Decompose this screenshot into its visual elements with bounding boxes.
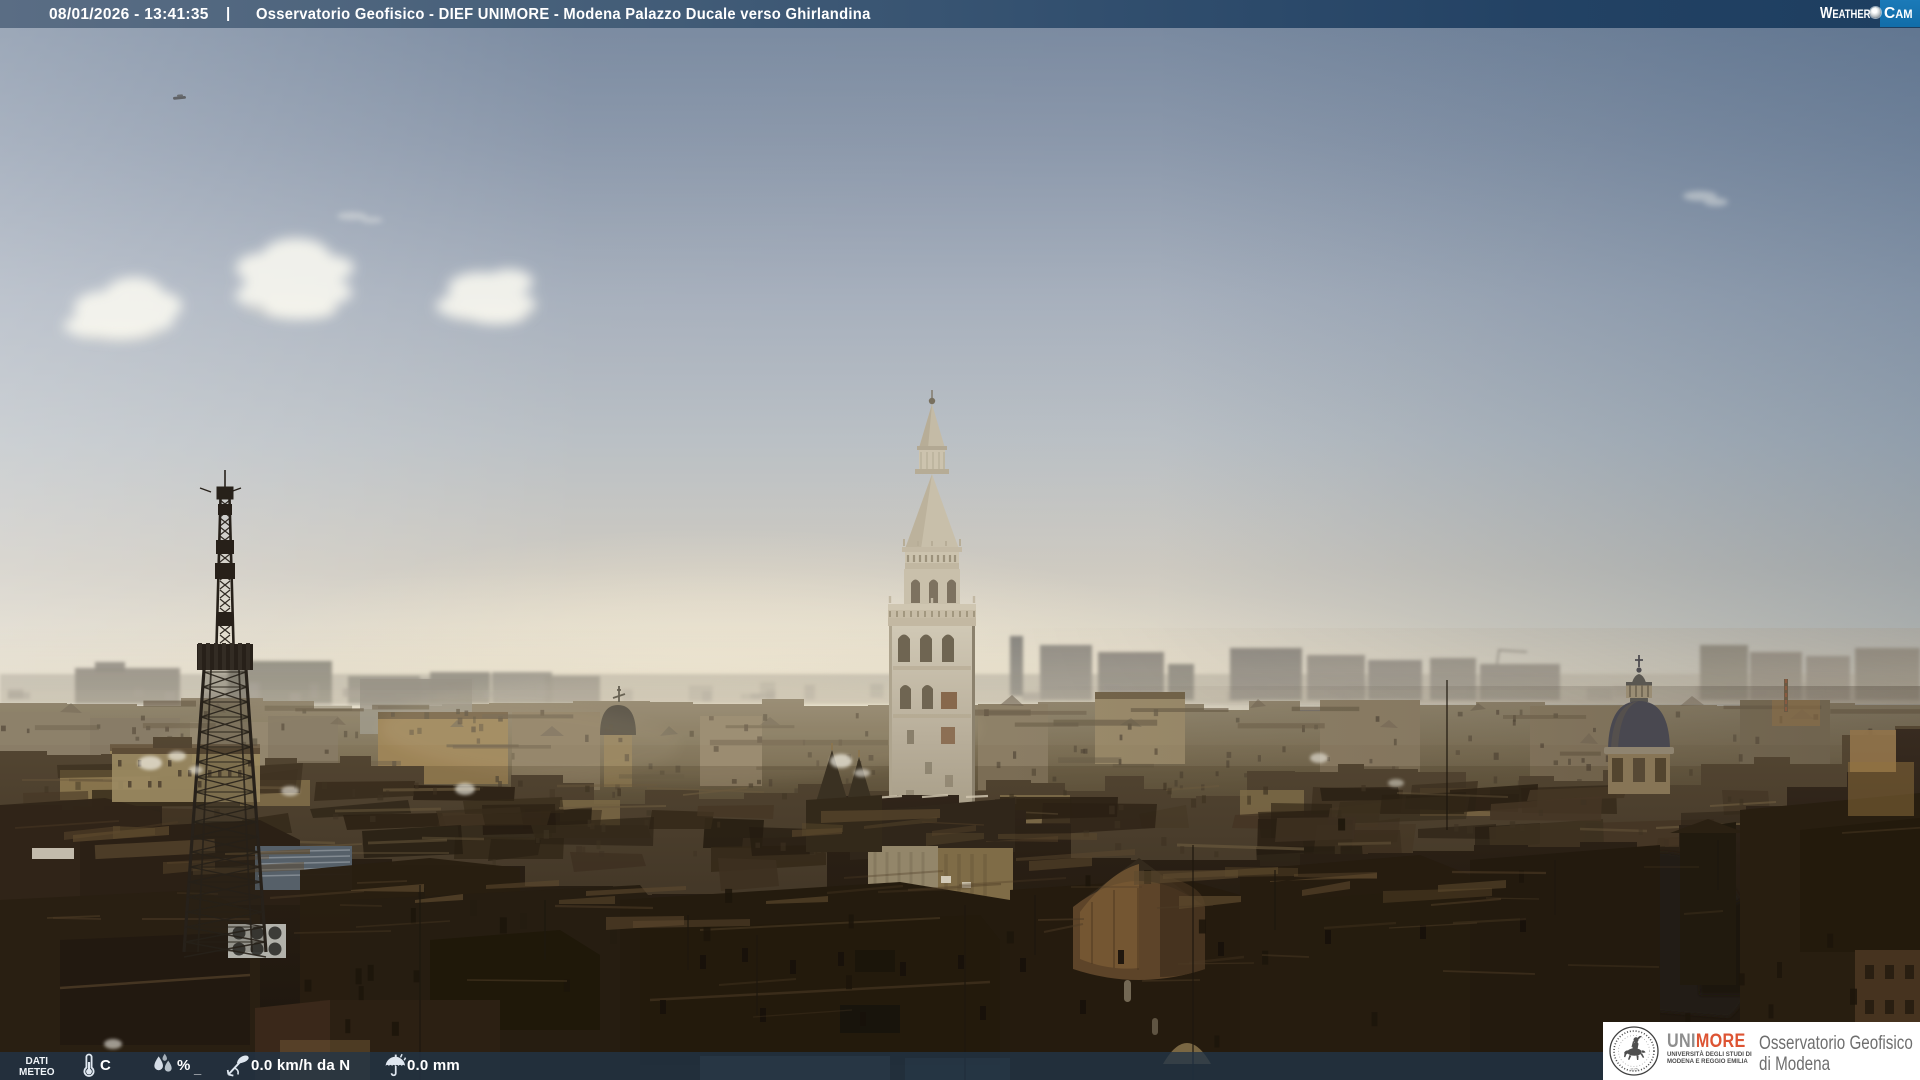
svg-text:1175: 1175 bbox=[1630, 1068, 1638, 1072]
